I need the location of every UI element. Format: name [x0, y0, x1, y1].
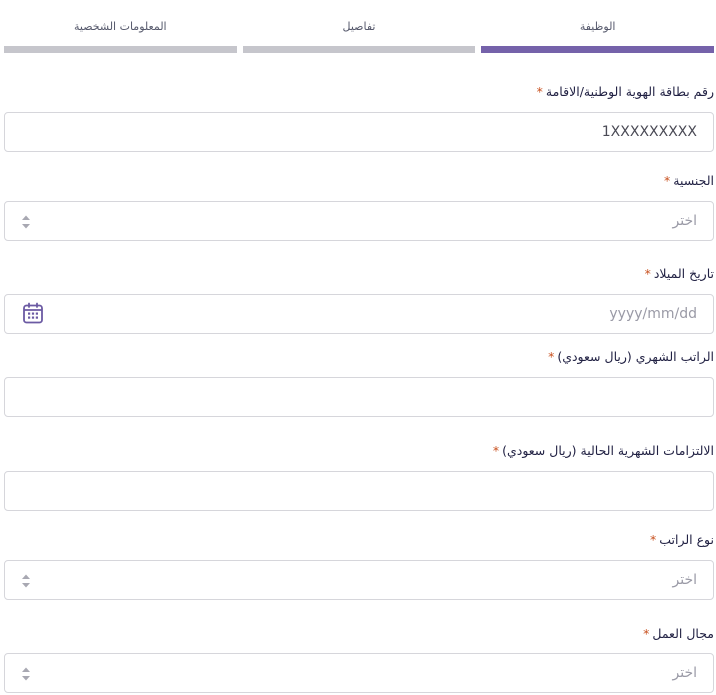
nationality-placeholder: اختر	[672, 213, 698, 229]
step-details-label: تفاصيل	[342, 20, 376, 33]
step-job[interactable]: الوظيفة	[481, 16, 714, 58]
birth-date-placeholder: yyyy/mm/dd	[609, 306, 697, 322]
select-arrows-icon	[22, 574, 30, 588]
id-number-label: رقم بطاقة الهوية الوطنية/الاقامة*	[536, 84, 714, 99]
required-mark: *	[536, 84, 543, 99]
step-job-bar	[481, 46, 714, 53]
id-number-value: 1XXXXXXXXX	[601, 124, 697, 140]
salary-type-label: نوع الراتب*	[649, 532, 714, 547]
salary-type-select[interactable]: اختر	[4, 560, 714, 600]
required-mark: *	[664, 173, 671, 188]
monthly-salary-label: الراتب الشهري (ريال سعودي)*	[548, 349, 714, 364]
required-mark: *	[644, 266, 651, 281]
required-mark: *	[492, 443, 500, 458]
step-personal-info-label: المعلومات الشخصية	[74, 20, 167, 33]
salary-type-placeholder: اختر	[672, 572, 698, 588]
work-field-placeholder: اختر	[672, 665, 698, 681]
required-mark: *	[643, 626, 650, 641]
step-personal-info[interactable]: المعلومات الشخصية	[3, 16, 237, 58]
id-number-input[interactable]: 1XXXXXXXXX	[4, 112, 714, 152]
step-personal-info-bar	[3, 46, 237, 53]
step-details[interactable]: تفاصيل	[242, 16, 476, 58]
birth-date-label: تاريخ الميلاد*	[644, 266, 714, 281]
select-arrows-icon	[22, 667, 30, 681]
monthly-obligations-label: الالتزامات الشهرية الحالية (ريال سعودي)*	[492, 443, 714, 458]
application-form-page: الوظيفة تفاصيل المعلومات الشخصية رقم بطا…	[0, 0, 716, 695]
nationality-select[interactable]: اختر	[4, 201, 714, 241]
work-field-label: مجال العمل*	[643, 626, 714, 641]
nationality-label: الجنسية*	[664, 173, 714, 188]
work-field-select[interactable]: اختر	[4, 653, 714, 693]
required-mark: *	[649, 532, 657, 547]
required-mark: *	[548, 349, 555, 364]
monthly-obligations-input[interactable]	[4, 471, 714, 511]
select-arrows-icon	[22, 215, 30, 229]
birth-date-input[interactable]: yyyy/mm/dd	[4, 294, 714, 334]
step-job-label: الوظيفة	[579, 20, 616, 33]
step-details-bar	[242, 46, 476, 53]
calendar-icon[interactable]	[21, 301, 45, 325]
monthly-salary-input[interactable]	[4, 377, 714, 417]
step-indicator: الوظيفة تفاصيل المعلومات الشخصية	[3, 16, 714, 58]
